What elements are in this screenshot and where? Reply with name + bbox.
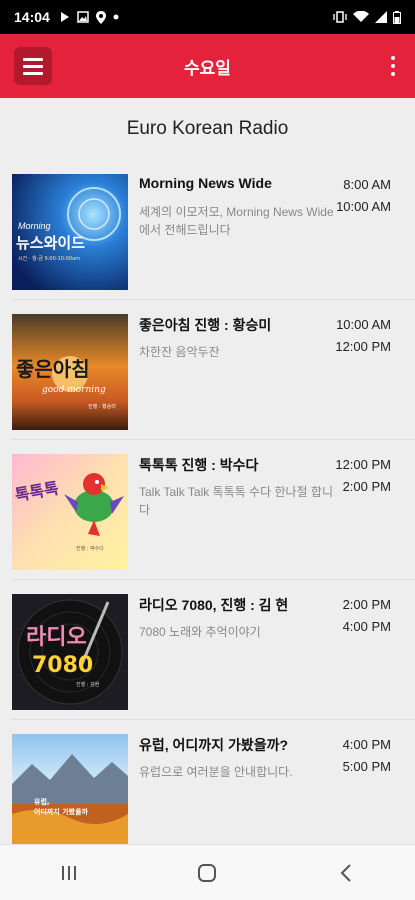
app-bar: 수요일 xyxy=(0,34,415,98)
thumb-text: 진행 : 황승미 xyxy=(88,403,116,410)
hamburger-icon-bar xyxy=(23,64,43,68)
start-time: 8:00 AM xyxy=(343,177,391,192)
start-time: 12:00 PM xyxy=(335,457,391,472)
program-description: Talk Talk Talk 톡톡톡 수다 한나절 합니다 xyxy=(139,485,333,517)
image-icon xyxy=(77,11,89,23)
end-time: 5:00 PM xyxy=(342,759,391,774)
program-description: 유럽으로 여러분을 안내합니다. xyxy=(139,765,293,779)
back-button[interactable] xyxy=(326,853,366,893)
start-time: 10:00 AM xyxy=(336,317,391,332)
home-icon xyxy=(198,863,217,882)
program-row[interactable]: 좋은아침 good morning 진행 : 황승미 좋은아침 진행 : 황승미… xyxy=(12,300,415,440)
end-time: 2:00 PM xyxy=(342,479,391,494)
wifi-icon xyxy=(353,11,369,22)
dot-icon xyxy=(113,14,119,20)
program-list: Morning 뉴스와이드 시간 · 월-금 9:00-10:00am Morn… xyxy=(0,160,415,860)
system-nav-bar xyxy=(0,844,415,900)
program-thumbnail: 좋은아침 good morning 진행 : 황승미 xyxy=(12,314,128,430)
more-vert-icon-dot xyxy=(391,72,395,76)
station-name: Euro Korean Radio xyxy=(126,118,289,139)
vibrate-icon xyxy=(333,11,347,23)
back-icon xyxy=(340,863,351,882)
location-icon xyxy=(95,10,106,24)
end-time: 4:00 PM xyxy=(342,619,391,634)
home-button[interactable] xyxy=(187,853,227,893)
program-thumbnail: Morning 뉴스와이드 시간 · 월-금 9:00-10:00am xyxy=(12,174,128,290)
program-row[interactable]: 라디오 7080 진행 : 김현 라디오 7080, 진행 : 김 현 7080… xyxy=(12,580,415,720)
program-times: 10:00 AM 12:00 PM xyxy=(335,314,391,358)
thumb-text: 시간 · 월-금 9:00-10:00am xyxy=(18,255,80,262)
program-title: 톡톡톡 진행 : 박수다 xyxy=(139,457,259,473)
program-row[interactable]: Morning 뉴스와이드 시간 · 월-금 9:00-10:00am Morn… xyxy=(12,160,415,300)
program-thumbnail: 라디오 7080 진행 : 김현 xyxy=(12,594,128,710)
menu-button[interactable] xyxy=(14,47,52,85)
program-thumbnail: 톡톡톡 진행 : 박수다 xyxy=(12,454,128,570)
program-row[interactable]: 톡톡톡 진행 : 박수다 톡톡톡 진행 : 박수다 Talk Talk Talk… xyxy=(12,440,415,580)
end-time: 12:00 PM xyxy=(335,339,391,354)
play-icon xyxy=(60,12,69,22)
program-description: 7080 노래와 추억이야기 xyxy=(139,625,261,639)
thumb-text: 유럽, xyxy=(34,797,50,806)
thumb-text: 진행 : 김현 xyxy=(76,681,100,688)
program-description: 차한잔 음악두잔 xyxy=(139,345,220,359)
thumb-text: 좋은아침 xyxy=(16,357,90,381)
hamburger-icon-bar xyxy=(23,71,43,75)
thumb-text: Morning xyxy=(18,221,51,231)
more-vert-icon xyxy=(391,56,395,60)
status-time: 14:04 xyxy=(14,9,50,25)
program-times: 12:00 PM 2:00 PM xyxy=(335,454,391,498)
start-time: 4:00 PM xyxy=(342,737,391,752)
hamburger-icon xyxy=(23,57,43,61)
thumb-text: good morning xyxy=(42,385,106,395)
page-title: 수요일 xyxy=(184,58,231,78)
thumb-text: 진행 : 박수다 xyxy=(76,545,104,552)
program-title: 유럽, 어디까지 가봤을까? xyxy=(139,737,289,753)
more-vert-icon-dot xyxy=(391,64,395,68)
program-times: 2:00 PM 4:00 PM xyxy=(343,594,391,638)
status-right-icons xyxy=(333,10,401,24)
program-times: 4:00 PM 5:00 PM xyxy=(343,734,391,778)
thumb-text: 어디까지 가봤을까 xyxy=(34,807,89,816)
status-bar: 14:04 xyxy=(0,0,415,34)
program-times: 8:00 AM 10:00 AM xyxy=(336,174,391,218)
recents-icon xyxy=(62,865,77,880)
battery-icon xyxy=(393,10,401,24)
thumb-text: 7080 xyxy=(32,653,93,678)
signal-icon xyxy=(375,11,387,23)
more-options-button[interactable] xyxy=(383,52,403,80)
program-title: 라디오 7080, 진행 : 김 현 xyxy=(139,597,289,613)
thumb-text: 라디오 xyxy=(26,625,87,650)
program-title: Morning News Wide xyxy=(139,175,272,191)
program-thumbnail: 유럽, 어디까지 가봤을까 xyxy=(12,734,128,850)
status-left-icons xyxy=(60,10,119,24)
thumb-text: 뉴스와이드 xyxy=(16,234,85,252)
recents-button[interactable] xyxy=(49,853,89,893)
start-time: 2:00 PM xyxy=(342,597,391,612)
program-title: 좋은아침 진행 : 황승미 xyxy=(139,317,272,333)
program-row[interactable]: 유럽, 어디까지 가봤을까 유럽, 어디까지 가봤을까? 유럽으로 여러분을 안… xyxy=(12,720,415,860)
end-time: 10:00 AM xyxy=(336,199,391,214)
program-description: 세계의 이모저모, Morning News Wide에서 전해드립니다 xyxy=(139,205,334,237)
